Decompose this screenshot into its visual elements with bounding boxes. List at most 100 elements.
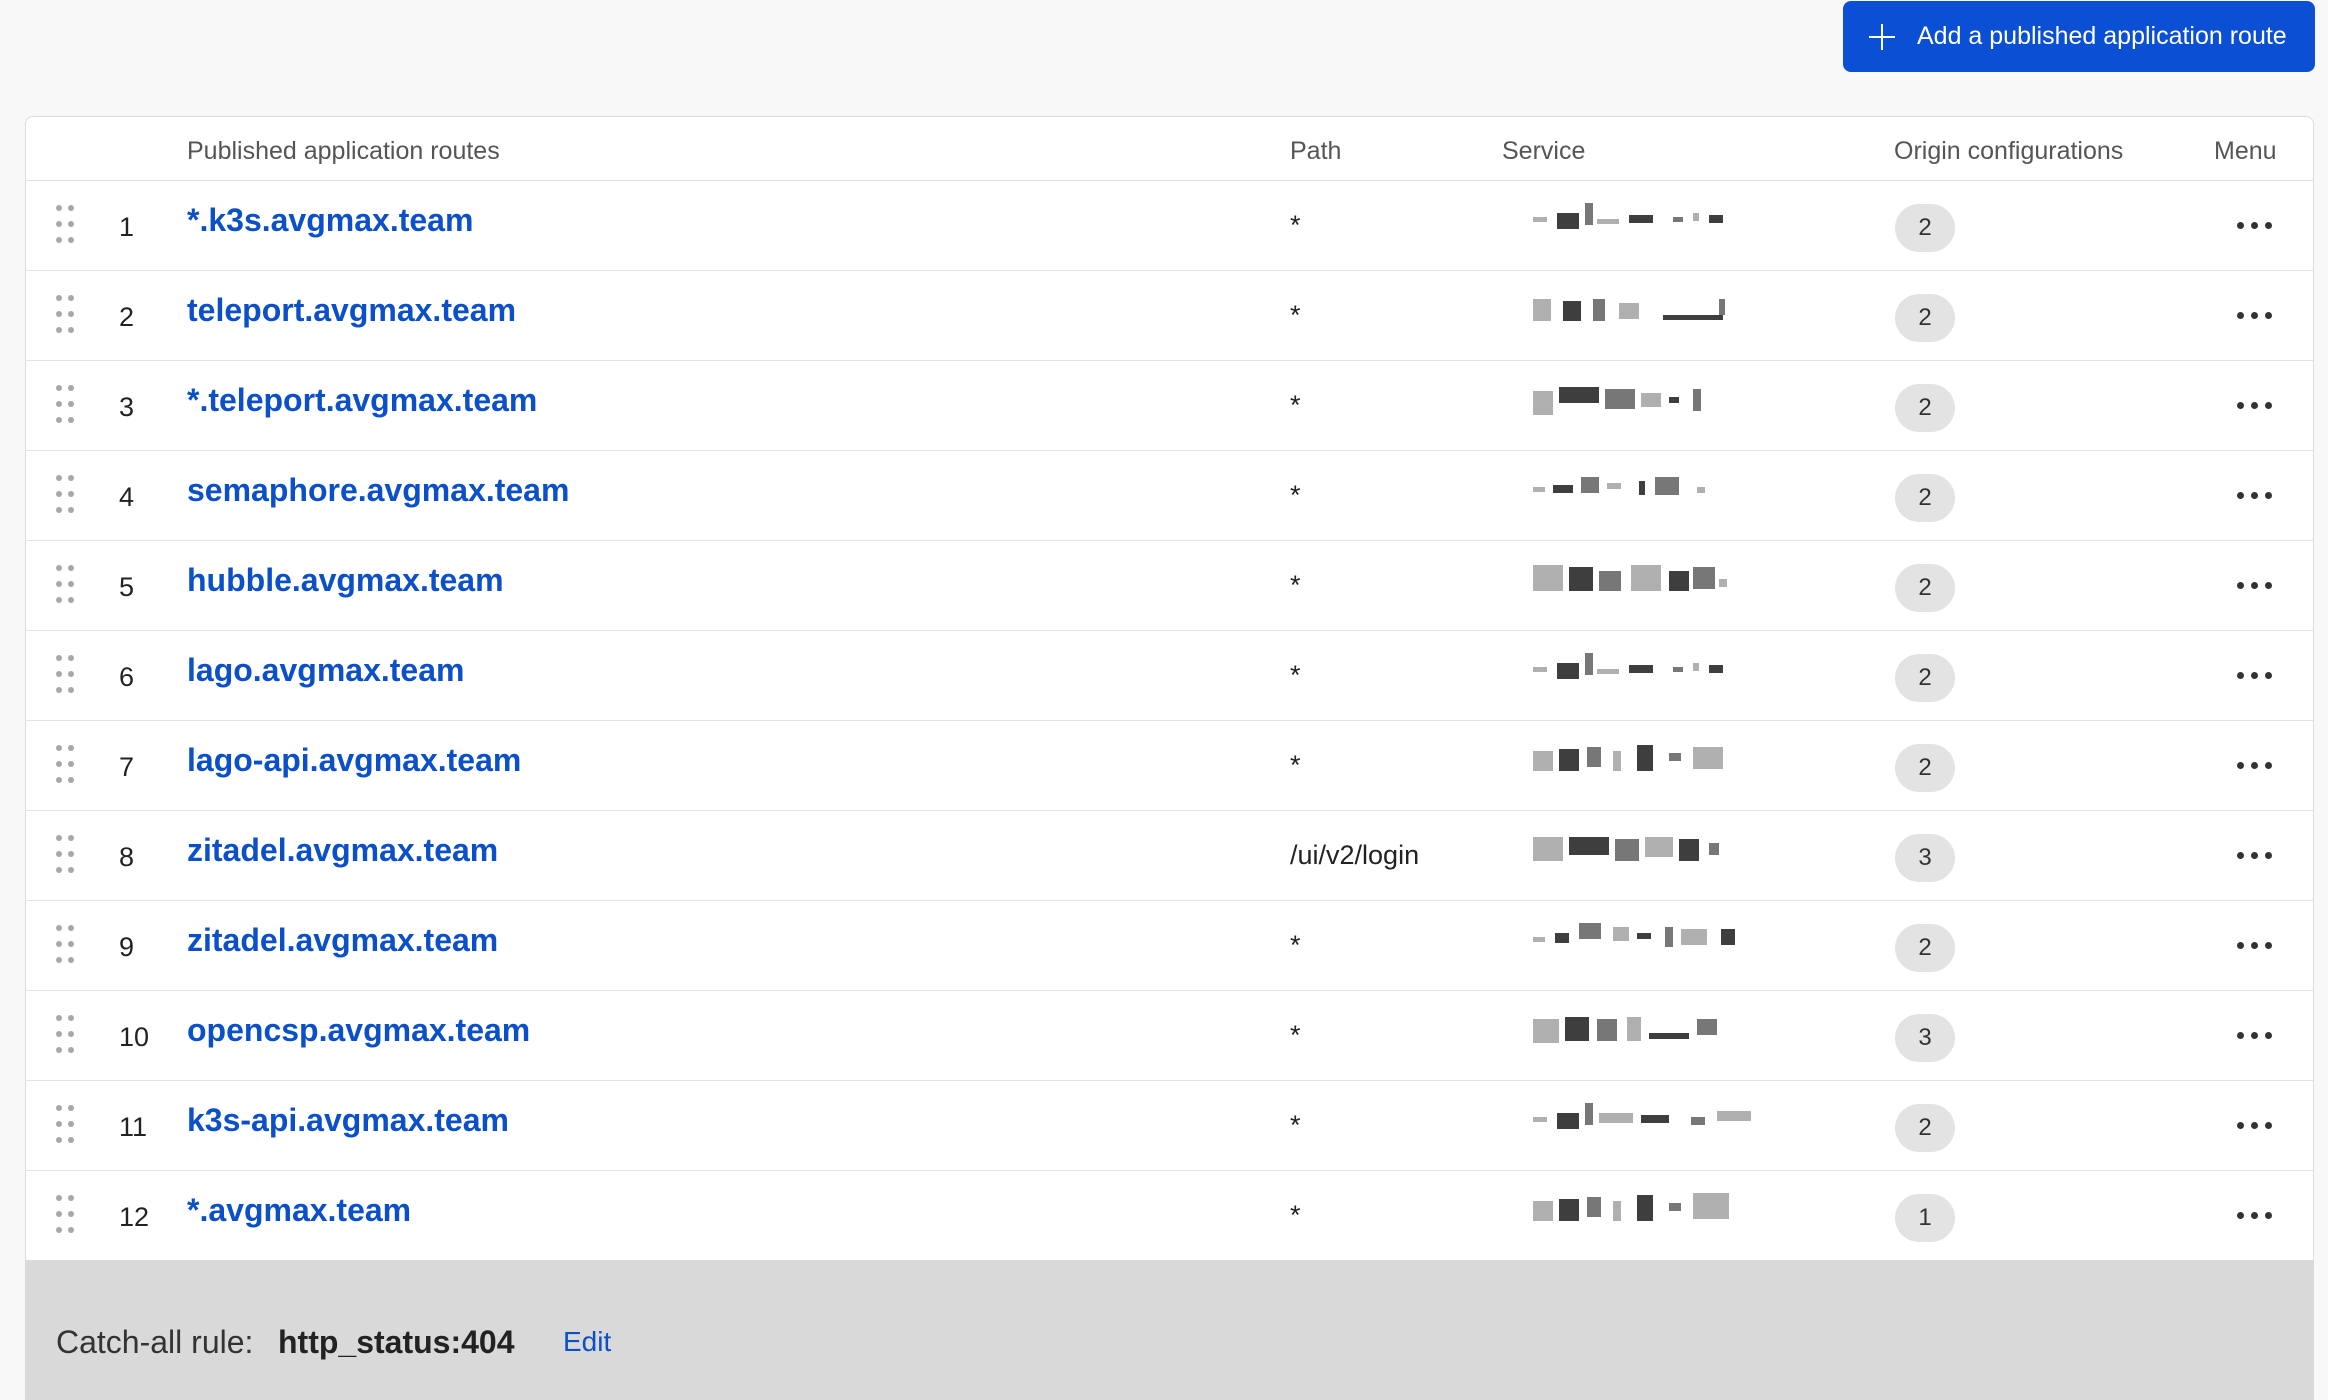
more-options-icon[interactable] [2231, 925, 2281, 965]
route-path: * [1290, 480, 1301, 510]
redaction-blur [1533, 833, 1833, 867]
more-options-icon[interactable] [2231, 295, 2281, 335]
row-index: 4 [119, 482, 135, 512]
redaction-blur [1533, 923, 1833, 957]
more-options-icon[interactable] [2231, 565, 2281, 605]
route-path: * [1290, 570, 1301, 600]
route-path: * [1290, 300, 1301, 330]
redaction-blur [1533, 1193, 1833, 1227]
route-hostname-link[interactable]: teleport.avgmax.team [187, 292, 516, 329]
more-options-icon[interactable] [2231, 205, 2281, 245]
more-options-icon[interactable] [2231, 655, 2281, 695]
service-redacted [1511, 451, 1878, 539]
row-index: 12 [119, 1202, 150, 1232]
route-hostname-link[interactable]: lago-api.avgmax.team [187, 742, 521, 779]
header-path: Path [1290, 137, 1342, 165]
more-options-icon[interactable] [2231, 385, 2281, 425]
route-path: * [1290, 660, 1301, 690]
origin-count-badge: 2 [1895, 1104, 1955, 1152]
drag-handle-icon[interactable] [56, 385, 76, 427]
catch-all-value: http_status:404 [278, 1324, 515, 1360]
drag-handle-icon[interactable] [56, 745, 76, 787]
catch-all-label: Catch-all rule: [56, 1324, 254, 1360]
table-row: 5 hubble.avgmax.team * 2 [26, 541, 2313, 631]
origin-count-badge: 2 [1895, 564, 1955, 612]
redaction-blur [1533, 563, 1833, 597]
service-redacted [1511, 811, 1878, 899]
route-path: * [1290, 390, 1301, 420]
row-index: 5 [119, 572, 135, 602]
route-hostname-link[interactable]: k3s-api.avgmax.team [187, 1102, 509, 1139]
row-index: 7 [119, 752, 135, 782]
service-redacted [1511, 181, 1878, 269]
table-row: 12 *.avgmax.team * 1 [26, 1171, 2313, 1261]
origin-count-badge: 2 [1895, 654, 1955, 702]
drag-handle-icon[interactable] [56, 1015, 76, 1057]
route-hostname-link[interactable]: *.avgmax.team [187, 1192, 411, 1229]
drag-handle-icon[interactable] [56, 295, 76, 337]
plus-icon [1869, 23, 1895, 50]
drag-handle-icon[interactable] [56, 1105, 76, 1147]
route-path: * [1290, 1020, 1301, 1050]
service-redacted [1511, 901, 1878, 989]
route-hostname-link[interactable]: semaphore.avgmax.team [187, 472, 569, 509]
row-index: 8 [119, 842, 135, 872]
route-hostname-link[interactable]: opencsp.avgmax.team [187, 1012, 530, 1049]
row-index: 11 [119, 1112, 148, 1142]
service-redacted [1511, 361, 1878, 449]
redaction-blur [1533, 383, 1833, 417]
row-index: 9 [119, 932, 135, 962]
more-options-icon[interactable] [2231, 1195, 2281, 1235]
table-row: 3 *.teleport.avgmax.team * 2 [26, 361, 2313, 451]
row-index: 10 [119, 1022, 150, 1052]
add-published-route-button[interactable]: Add a published application route [1843, 1, 2315, 72]
add-published-route-label: Add a published application route [1917, 22, 2287, 50]
drag-handle-icon[interactable] [56, 475, 76, 517]
route-hostname-link[interactable]: lago.avgmax.team [187, 652, 464, 689]
redaction-blur [1533, 653, 1833, 687]
route-hostname-link[interactable]: zitadel.avgmax.team [187, 832, 498, 869]
origin-count-badge: 2 [1895, 474, 1955, 522]
redaction-blur [1533, 1013, 1833, 1047]
origin-count-badge: 1 [1895, 1194, 1955, 1242]
redaction-blur [1533, 203, 1833, 237]
more-options-icon[interactable] [2231, 835, 2281, 875]
row-index: 2 [119, 302, 135, 332]
drag-handle-icon[interactable] [56, 655, 76, 697]
table-row: 10 opencsp.avgmax.team * 3 [26, 991, 2313, 1081]
routes-table: Published application routes Path Servic… [25, 116, 2314, 1261]
route-hostname-link[interactable]: hubble.avgmax.team [187, 562, 504, 599]
service-redacted [1511, 271, 1878, 359]
more-options-icon[interactable] [2231, 745, 2281, 785]
table-row: 9 zitadel.avgmax.team * 2 [26, 901, 2313, 991]
more-options-icon[interactable] [2231, 1105, 2281, 1145]
route-path: /ui/v2/login [1290, 840, 1420, 870]
row-index: 6 [119, 662, 135, 692]
route-hostname-link[interactable]: *.teleport.avgmax.team [187, 382, 537, 419]
drag-handle-icon[interactable] [56, 835, 76, 877]
table-row: 1 *.k3s.avgmax.team * 2 [26, 181, 2313, 271]
origin-count-badge: 3 [1895, 834, 1955, 882]
service-redacted [1511, 721, 1878, 809]
service-redacted [1511, 1081, 1878, 1169]
drag-handle-icon[interactable] [56, 925, 76, 967]
more-options-icon[interactable] [2231, 1015, 2281, 1055]
table-row: 7 lago-api.avgmax.team * 2 [26, 721, 2313, 811]
route-hostname-link[interactable]: *.k3s.avgmax.team [187, 202, 473, 239]
route-hostname-link[interactable]: zitadel.avgmax.team [187, 922, 498, 959]
drag-handle-icon[interactable] [56, 1195, 76, 1237]
service-redacted [1511, 991, 1878, 1079]
table-row: 6 lago.avgmax.team * 2 [26, 631, 2313, 721]
origin-count-badge: 2 [1895, 744, 1955, 792]
service-redacted [1511, 1171, 1878, 1259]
route-path: * [1290, 930, 1301, 960]
row-index: 3 [119, 392, 135, 422]
origin-count-badge: 2 [1895, 924, 1955, 972]
catch-all-edit-link[interactable]: Edit [563, 1326, 611, 1358]
route-path: * [1290, 750, 1301, 780]
more-options-icon[interactable] [2231, 475, 2281, 515]
drag-handle-icon[interactable] [56, 565, 76, 607]
drag-handle-icon[interactable] [56, 205, 76, 247]
route-path: * [1290, 1200, 1301, 1230]
route-path: * [1290, 1110, 1301, 1140]
